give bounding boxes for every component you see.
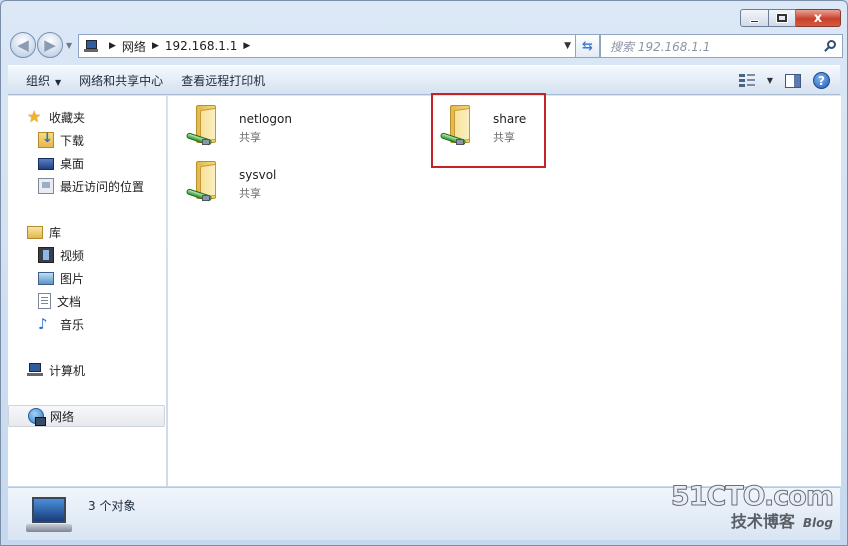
watermark-blog: Blog: [802, 516, 833, 530]
sidebar-item-libraries[interactable]: 库: [8, 221, 165, 243]
breadcrumb-separator-icon[interactable]: ▶: [152, 41, 159, 51]
minimize-icon: [750, 19, 759, 23]
desktop-icon: [38, 158, 54, 170]
sidebar-item-computer[interactable]: 计算机: [8, 359, 165, 381]
item-count: 3 个对象: [88, 499, 136, 513]
sidebar-item-label: 视频: [60, 248, 85, 263]
maximize-button[interactable]: [769, 9, 796, 27]
sidebar-item-label: 图片: [60, 271, 85, 286]
recent-pages-dropdown[interactable]: ▼: [66, 41, 72, 50]
sidebar-item-videos[interactable]: 视频: [8, 244, 165, 266]
sidebar-item-label: 库: [49, 225, 62, 240]
sidebar-item-label: 下载: [60, 133, 85, 148]
refresh-icon: ⇆: [582, 38, 593, 54]
recent-places-icon: [38, 178, 54, 194]
sidebar-item-documents[interactable]: 文档: [8, 290, 165, 312]
sidebar-item-label: 计算机: [49, 363, 86, 378]
navigation-pane: ★ 收藏夹 下载 桌面 最近访问的位置 库 视频 图片 文档: [8, 96, 167, 486]
sidebar-item-desktop[interactable]: 桌面: [8, 152, 165, 174]
sidebar-item-label: 音乐: [60, 317, 85, 332]
downloads-folder-icon: [38, 131, 54, 148]
breadcrumb-separator-icon[interactable]: ▶: [109, 41, 116, 51]
item-name: sysvol: [239, 168, 277, 182]
pictures-icon: [38, 271, 54, 285]
view-printers-button[interactable]: 查看远程打印机: [181, 72, 265, 89]
file-list: netlogon 共享 share 共享 sysvol 共享: [168, 93, 841, 486]
item-type: 共享: [239, 187, 261, 200]
navigation-bar: ◀ ▶ ▼ ▶ 网络 ▶ 192.168.1.1 ▶ ▼ ⇆ 搜索 192.16…: [10, 32, 843, 60]
explorer-window: x ◀ ▶ ▼ ▶ 网络 ▶ 192.168.1.1 ▶ ▼ ⇆ 搜索 192.…: [0, 0, 848, 546]
sidebar-item-label: 收藏夹: [49, 110, 86, 125]
sidebar-item-label: 最近访问的位置: [60, 179, 145, 194]
sidebar-item-label: 文档: [57, 294, 82, 309]
network-center-button[interactable]: 网络和共享中心: [79, 72, 163, 89]
minimize-button[interactable]: [740, 9, 769, 27]
share-folder-sysvol[interactable]: sysvol 共享: [168, 152, 318, 204]
forward-button[interactable]: ▶: [37, 32, 63, 58]
address-dropdown-icon[interactable]: ▼: [564, 41, 571, 51]
star-icon: ★: [27, 107, 42, 126]
help-icon[interactable]: ?: [813, 72, 830, 89]
sidebar-item-label: 网络: [50, 409, 75, 424]
shared-folder-icon: [185, 161, 224, 202]
address-bar[interactable]: ▶ 网络 ▶ 192.168.1.1 ▶ ▼: [78, 34, 576, 58]
search-placeholder: 搜索 192.168.1.1: [610, 39, 711, 54]
change-view-icon[interactable]: [738, 73, 755, 88]
command-bar: 组织 ▼ 网络和共享中心 查看远程打印机 ▼ ?: [8, 65, 840, 95]
back-arrow-icon: ◀: [17, 36, 29, 54]
shared-folder-icon: [185, 105, 224, 146]
item-name: netlogon: [239, 112, 292, 126]
sidebar-item-music[interactable]: ♪ 音乐: [8, 313, 165, 335]
network-icon: [28, 408, 46, 426]
highlight-annotation: [431, 93, 546, 168]
breadcrumb-network[interactable]: 网络: [122, 38, 146, 55]
sidebar-item-downloads[interactable]: 下载: [8, 129, 165, 151]
maximize-icon: [776, 13, 788, 23]
toolbar-right-group: ▼ ?: [738, 72, 830, 89]
organize-label: 组织: [26, 73, 51, 88]
watermark-sub-text: 技术博客: [730, 512, 795, 531]
sidebar-item-network[interactable]: 网络: [8, 405, 165, 427]
close-button[interactable]: x: [796, 9, 841, 27]
sidebar-item-favorites[interactable]: ★ 收藏夹: [8, 106, 165, 128]
preview-pane-icon[interactable]: [785, 73, 801, 88]
computer-icon: [83, 40, 99, 52]
document-icon: [38, 293, 51, 309]
view-options-dropdown-icon[interactable]: ▼: [767, 76, 773, 85]
search-icon[interactable]: [824, 40, 836, 52]
video-icon: [38, 247, 54, 263]
computer-icon: [27, 362, 43, 378]
search-input[interactable]: 搜索 192.168.1.1: [600, 34, 843, 58]
music-note-icon: ♪: [38, 315, 48, 333]
back-button[interactable]: ◀: [10, 32, 36, 58]
breadcrumb-host[interactable]: 192.168.1.1: [165, 39, 238, 53]
sidebar-item-pictures[interactable]: 图片: [8, 267, 165, 289]
item-type: 共享: [239, 131, 261, 144]
network-computer-icon: [26, 497, 72, 533]
sidebar-item-recent-places[interactable]: 最近访问的位置: [8, 175, 165, 197]
watermark: 51CTO.com 技术博客 Blog: [670, 481, 834, 532]
caption-buttons: x: [740, 9, 841, 27]
organize-menu[interactable]: 组织 ▼: [26, 72, 61, 89]
libraries-icon: [27, 225, 43, 239]
share-folder-netlogon[interactable]: netlogon 共享: [168, 96, 318, 148]
breadcrumb-separator-icon[interactable]: ▶: [243, 41, 250, 51]
sidebar-item-label: 桌面: [60, 156, 85, 171]
close-icon: x: [813, 10, 823, 26]
chevron-down-icon: ▼: [55, 77, 62, 87]
refresh-button[interactable]: ⇆: [576, 34, 600, 58]
forward-arrow-icon: ▶: [44, 36, 56, 54]
